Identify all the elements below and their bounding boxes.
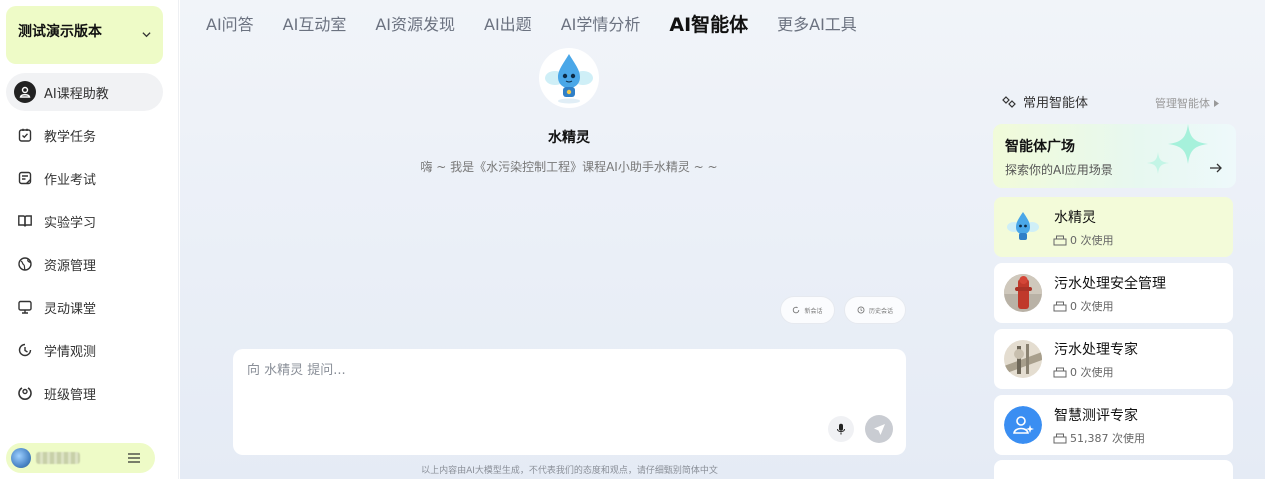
frequent-agents-title: 常用智能体 [1023,96,1089,111]
chevron-down-icon [142,32,151,38]
agent-card-sewage-safety[interactable]: 污水处理安全管理 0 次使用 [994,263,1233,323]
agent-card-usage: 0 次使用 [1053,298,1114,314]
class-icon [14,382,36,404]
tab-ai-qa[interactable]: AI问答 [206,11,254,35]
sidebar-item-ai-course-assistant[interactable]: AI课程助教 [6,73,163,111]
agent-card-usage-text: 0 次使用 [1070,234,1114,247]
clock-icon [857,306,865,314]
menu-icon[interactable] [127,451,141,465]
tab-ai-interaction-room[interactable]: AI互动室 [283,11,347,35]
tab-more-ai-tools[interactable]: 更多AI工具 [777,11,857,35]
sidebar-item-label: 资源管理 [44,258,97,274]
monitor-icon [14,296,36,318]
water-sprite-avatar [1007,212,1039,240]
agent-card-usage-text: 0 次使用 [1070,366,1114,379]
agent-card-partial [994,460,1233,479]
water-sprite-avatar [539,48,599,108]
arrow-right-icon [1210,163,1222,173]
sidebar-item-label: AI课程助教 [44,86,109,102]
chat-input[interactable] [247,363,807,378]
new-chat-label: 新会话 [804,307,823,315]
sidebar-item-class-management[interactable]: 班级管理 [6,374,163,412]
sidebar-item-learning-observation[interactable]: 学情观测 [6,331,163,369]
diamond-icon [1002,95,1016,108]
manage-agents-label: 管理智能体 [1155,97,1210,110]
refresh-icon [793,306,800,314]
globe-icon [14,253,36,275]
ai-disclaimer: 以上内容由AI大模型生成，不代表我们的态度和观点，请仔细甄别简体中文 [421,466,718,476]
sidebar-item-label: 学情观测 [44,344,97,360]
observe-icon [14,339,36,361]
usage-icon [1053,235,1067,246]
top-nav: AI问答 AI互动室 AI资源发现 AI出题 AI学情分析 AI智能体 更多AI… [206,0,886,46]
agent-card-name: 水精灵 [1054,210,1096,226]
avatar [11,448,31,468]
agent-card-usage-text: 51,387 次使用 [1070,432,1145,445]
agent-plaza-title: 智能体广场 [1005,139,1075,155]
microphone-icon [837,423,845,435]
history-chat-label: 历史会话 [868,307,893,315]
task-icon [14,124,36,146]
sidebar-item-teaching-tasks[interactable]: 教学任务 [6,116,163,154]
agent-card-usage: 0 次使用 [1053,232,1114,248]
sidebar-item-label: 教学任务 [44,129,97,145]
agent-card-sewage-expert[interactable]: 污水处理专家 0 次使用 [994,329,1233,389]
user-name-blurred [36,452,80,464]
agent-card-usage: 0 次使用 [1053,364,1114,380]
agent-description: 嗨 ~ 我是《水污染控制工程》课程AI小助手水精灵 ~ ~ [420,160,718,174]
agent-card-water-sprite[interactable]: 水精灵 0 次使用 [994,197,1233,257]
agent-card-smart-evaluation[interactable]: 智慧测评专家 51,387 次使用 [994,395,1233,455]
manage-agents-link[interactable]: 管理智能体 [1155,95,1219,111]
tab-ai-question-gen[interactable]: AI出题 [484,11,532,35]
sidebar-item-resource-management[interactable]: 资源管理 [6,245,163,283]
new-chat-button[interactable]: 新会话 [780,296,835,324]
frequent-agents-header: 常用智能体 [1001,92,1088,111]
agent-card-usage: 51,387 次使用 [1053,430,1145,446]
smart-eval-avatar [1004,406,1042,444]
plant-photo-avatar [1004,340,1042,378]
voice-input-button[interactable] [828,416,854,442]
agent-plaza-card[interactable]: 智能体广场 探索你的AI应用场景 [993,124,1236,188]
tab-ai-agent[interactable]: AI智能体 [669,10,748,38]
version-label: 测试演示版本 [18,24,102,40]
send-button[interactable] [865,415,893,443]
sidebar-item-label: 灵动课堂 [44,301,97,317]
version-selector[interactable]: 测试演示版本 [6,6,163,64]
tab-ai-resource-discovery[interactable]: AI资源发现 [375,11,455,35]
agent-card-name: 智慧测评专家 [1054,408,1138,424]
sidebar-item-homework-exam[interactable]: 作业考试 [6,159,163,197]
usage-icon [1053,367,1067,378]
sidebar-nav: AI课程助教 教学任务 作业考试 实验学习 资源管理 灵动课堂 学情观测 班级管… [6,73,163,417]
agent-card-name: 污水处理专家 [1054,342,1138,358]
user-profile[interactable] [6,443,155,473]
sidebar-item-label: 班级管理 [44,387,97,403]
sidebar-item-experiment-learning[interactable]: 实验学习 [6,202,163,240]
tab-ai-learning-analysis[interactable]: AI学情分析 [561,11,641,35]
fire-hydrant-avatar [1004,274,1042,312]
sparkle-decoration [1147,124,1208,174]
agent-card-usage-text: 0 次使用 [1070,300,1114,313]
usage-icon [1053,301,1067,312]
agent-plaza-subtitle: 探索你的AI应用场景 [1005,163,1113,177]
history-chat-button[interactable]: 历史会话 [844,296,906,324]
sidebar-item-label: 作业考试 [44,172,97,188]
caret-right-icon [1214,99,1219,107]
agent-name: 水精灵 [548,130,590,146]
sidebar: 测试演示版本 AI课程助教 教学任务 作业考试 实验学习 资源管理 灵动课堂 学… [0,0,179,479]
chat-composer [233,349,906,455]
usage-icon [1053,433,1067,444]
send-icon [873,423,885,435]
sidebar-item-smart-classroom[interactable]: 灵动课堂 [6,288,163,326]
book-icon [14,210,36,232]
agent-card-name: 污水处理安全管理 [1054,276,1166,292]
ai-assistant-icon [14,81,36,103]
sidebar-item-label: 实验学习 [44,215,97,231]
exam-icon [14,167,36,189]
